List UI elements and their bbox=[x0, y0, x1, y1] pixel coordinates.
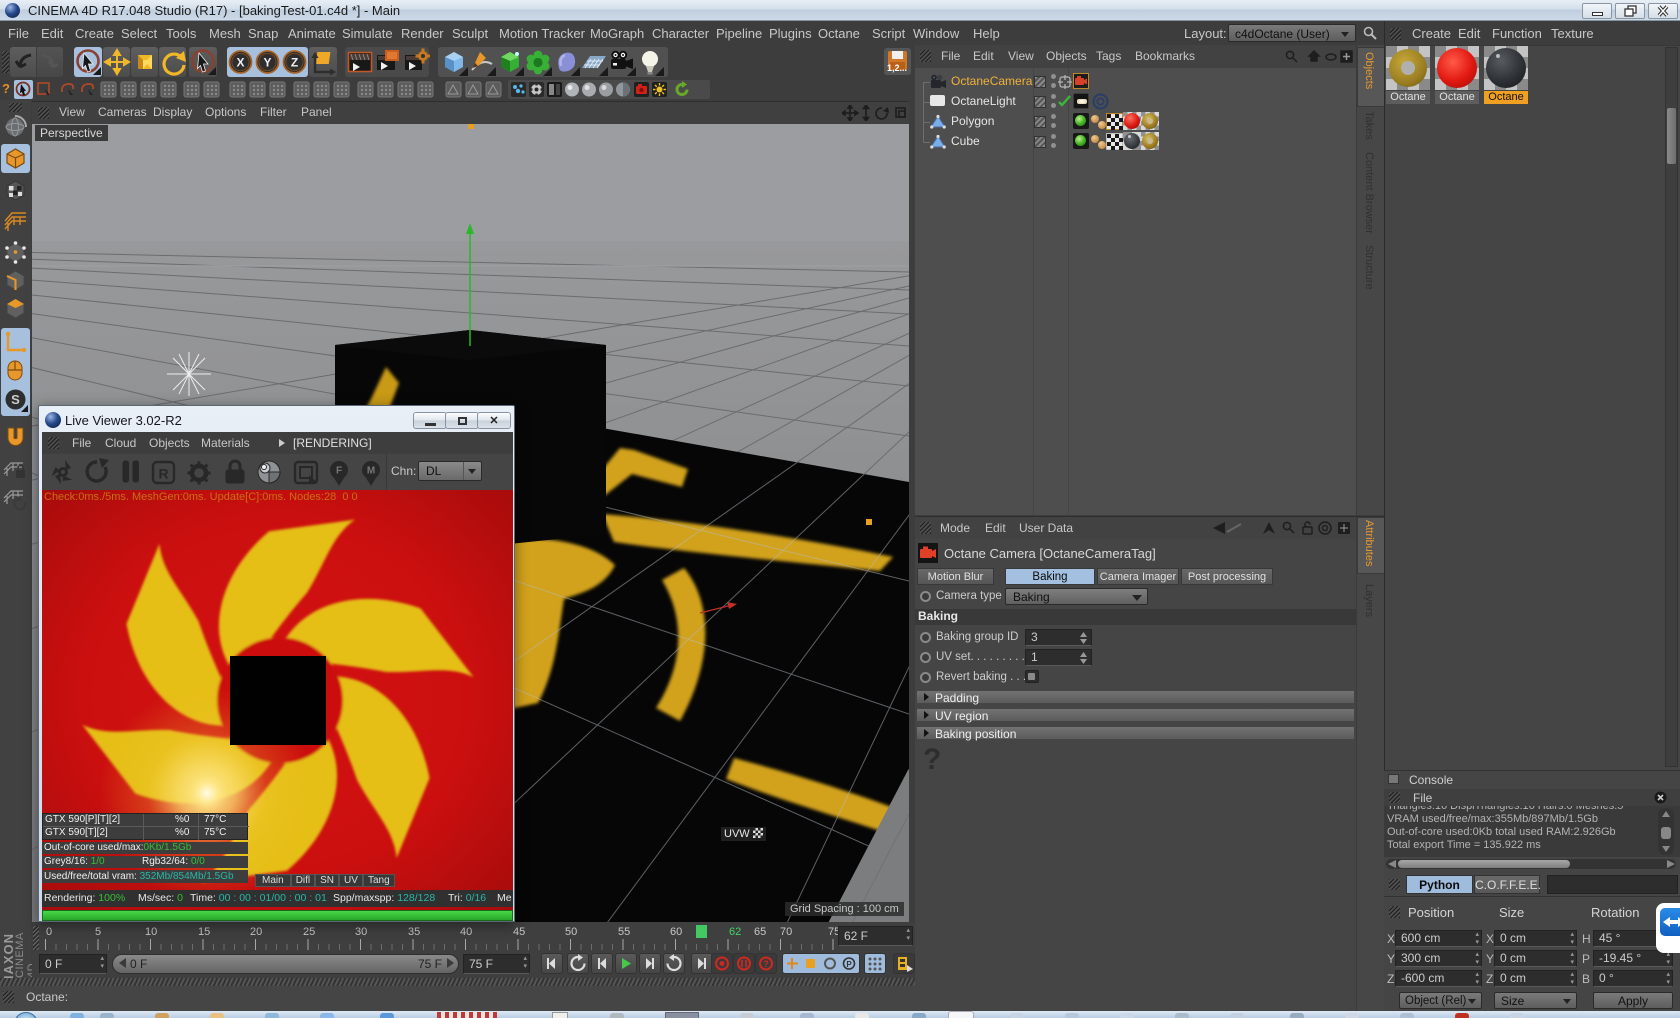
svg-text:R: R bbox=[158, 466, 168, 482]
svg-text:Z: Z bbox=[291, 56, 298, 70]
svg-text:65: 65 bbox=[754, 926, 766, 938]
svg-text:70: 70 bbox=[780, 926, 792, 938]
svg-text:M: M bbox=[367, 466, 375, 477]
svg-text:45: 45 bbox=[513, 926, 525, 938]
svg-text:5: 5 bbox=[95, 926, 101, 938]
svg-text:F: F bbox=[336, 466, 342, 477]
svg-text:62: 62 bbox=[729, 926, 741, 938]
svg-text:1,2...: 1,2... bbox=[887, 63, 907, 73]
svg-text:15: 15 bbox=[198, 926, 210, 938]
svg-text:75: 75 bbox=[828, 926, 838, 938]
svg-text:30: 30 bbox=[355, 926, 367, 938]
svg-text:Y: Y bbox=[263, 56, 271, 70]
svg-text:?: ? bbox=[763, 959, 769, 969]
svg-text:35: 35 bbox=[408, 926, 420, 938]
svg-text:50: 50 bbox=[565, 926, 577, 938]
svg-text:X: X bbox=[236, 56, 244, 70]
svg-text:20: 20 bbox=[250, 926, 262, 938]
svg-text:P: P bbox=[846, 960, 852, 969]
svg-text:60: 60 bbox=[670, 926, 682, 938]
svg-text:55: 55 bbox=[618, 926, 630, 938]
svg-text:40: 40 bbox=[460, 926, 472, 938]
svg-text:S: S bbox=[11, 392, 20, 407]
svg-text:10: 10 bbox=[145, 926, 157, 938]
svg-text:25: 25 bbox=[303, 926, 315, 938]
svg-text:0: 0 bbox=[46, 926, 52, 938]
